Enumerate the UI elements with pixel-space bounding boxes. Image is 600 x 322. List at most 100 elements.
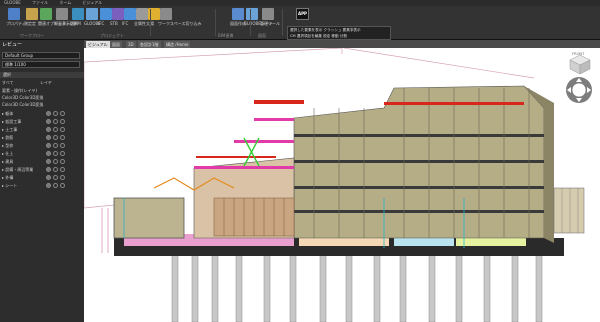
visibility-toggle-icon[interactable] xyxy=(46,111,51,116)
ribbon-separator xyxy=(150,9,151,36)
tree-row-label: ▸ 設備・周辺等業 xyxy=(2,167,34,172)
visibility-toggle-icon[interactable] xyxy=(46,159,51,164)
visibility-toggle-icon[interactable] xyxy=(46,167,51,172)
view-tab[interactable]: 3D xyxy=(126,41,136,48)
flyout-item[interactable]: 選択項目を編集 xyxy=(297,34,322,38)
ribbon-button-icon[interactable] xyxy=(8,8,20,20)
tree-row[interactable]: ▸ 建具 xyxy=(0,158,84,165)
ribbon-separator xyxy=(282,9,283,36)
view-tab[interactable]: 構造 /Home xyxy=(164,41,191,48)
ribbon-button-icon[interactable] xyxy=(262,8,274,20)
visibility-toggle-icon[interactable] xyxy=(60,159,65,164)
flyout-item[interactable]: CM xyxy=(290,34,296,38)
tree-row[interactable]: ▸ シート xyxy=(0,182,84,189)
visibility-toggle-icon[interactable] xyxy=(60,183,65,188)
tree-row[interactable]: ▸ 外構 xyxy=(0,174,84,181)
list-item[interactable]: Color3D Color3D変換 xyxy=(2,95,43,101)
ribbon-button-label[interactable]: プロパティ xyxy=(6,21,26,26)
ribbon-button-icon[interactable] xyxy=(86,8,98,20)
visibility-toggle-icon[interactable] xyxy=(46,119,51,124)
tree-row[interactable]: ▸ 型枠 xyxy=(0,142,84,149)
tree-row-label: ▸ 仕上 xyxy=(2,151,14,156)
ribbon-group-title: 図面 xyxy=(258,33,266,38)
ribbon-button-icon[interactable] xyxy=(56,8,68,20)
visibility-toggle-icon[interactable] xyxy=(60,127,65,132)
menu-tab[interactable]: GLOOBE xyxy=(4,0,21,5)
flyout-item[interactable]: 設定 移動 分割 xyxy=(323,34,347,38)
tree-row[interactable]: ▸ 設備・周辺等業 xyxy=(0,166,84,173)
selection-panel-header[interactable]: 選択 xyxy=(0,72,84,78)
menu-tab[interactable]: ファイル xyxy=(32,0,48,5)
visibility-toggle-icon[interactable] xyxy=(60,119,65,124)
visibility-toggle-icon[interactable] xyxy=(53,135,58,140)
ribbon-button-icon[interactable] xyxy=(26,8,38,20)
visibility-toggle-icon[interactable] xyxy=(53,151,58,156)
ribbon-button-label[interactable]: 測定定 xyxy=(24,21,36,26)
visibility-toggle-icon[interactable] xyxy=(53,127,58,132)
ribbon-flyout-menu[interactable]: 選択した要素を表示 クラッシュ 要素非表示 CM 選択項目を編集 設定 移動 分… xyxy=(287,26,391,40)
visibility-toggle-icon[interactable] xyxy=(46,183,51,188)
ribbon-button-label[interactable]: STB xyxy=(110,21,118,26)
flyout-item[interactable]: 要素非表示 xyxy=(343,28,361,32)
tree-row[interactable]: ▸ 鉄筋 xyxy=(0,134,84,141)
group-dropdown[interactable]: Default Group xyxy=(2,52,80,59)
visibility-toggle-icon[interactable] xyxy=(53,143,58,148)
tree-row-label: ▸ 鉄筋 xyxy=(2,135,14,140)
menu-tab[interactable]: ホーム xyxy=(59,0,71,5)
visibility-toggle-icon[interactable] xyxy=(46,135,51,140)
list-header: 要素・操作(レイヤ) xyxy=(2,88,38,93)
visibility-toggle-icon[interactable] xyxy=(53,159,58,164)
flyout-item[interactable]: 選択した要素を表示 xyxy=(290,28,322,32)
scale-dropdown[interactable]: 標準 1/100 xyxy=(2,61,80,68)
ribbon-button-label[interactable]: 断面表示 xyxy=(54,21,70,26)
tree-row[interactable]: ▸ 土工事 xyxy=(0,126,84,133)
visibility-toggle-icon[interactable] xyxy=(60,175,65,180)
ribbon-button-label[interactable]: IFC xyxy=(122,21,128,26)
ribbon-button-label[interactable]: 管理ツール xyxy=(260,21,280,26)
ribbon-button-icon[interactable] xyxy=(136,8,148,20)
ribbon-separator xyxy=(250,9,251,36)
filter-all-tab[interactable]: すべて xyxy=(2,80,14,86)
tree-row[interactable]: ▸ 仮設工事 xyxy=(0,118,84,125)
visibility-toggle-icon[interactable] xyxy=(53,183,58,188)
ribbon-button-label[interactable]: IFC xyxy=(98,21,104,26)
visibility-toggle-icon[interactable] xyxy=(60,143,65,148)
tree-row[interactable]: ▸ 躯体 xyxy=(0,110,84,117)
visibility-toggle-icon[interactable] xyxy=(53,119,58,124)
ribbon-button-icon[interactable] xyxy=(160,8,172,20)
ribbon-button-icon[interactable] xyxy=(72,8,84,20)
visibility-toggle-icon[interactable] xyxy=(60,167,65,172)
visibility-toggle-icon[interactable] xyxy=(53,111,58,116)
ribbon-button-icon[interactable] xyxy=(112,8,124,20)
list-item[interactable]: Color3D Color3D変換 xyxy=(2,102,43,108)
navigation-wheel[interactable] xyxy=(564,74,594,106)
ribbon-button-label[interactable]: L-BIM xyxy=(70,21,81,26)
visibility-toggle-icon[interactable] xyxy=(53,167,58,172)
visibility-toggle-icon[interactable] xyxy=(60,151,65,156)
view-tab[interactable]: ビジュアル xyxy=(86,41,110,48)
flyout-item[interactable]: クラッシュ xyxy=(324,28,342,32)
visibility-toggle-icon[interactable] xyxy=(46,175,51,180)
visibility-toggle-icon[interactable] xyxy=(46,143,51,148)
view-tab[interactable]: 図面 xyxy=(110,41,122,48)
visibility-toggle-icon[interactable] xyxy=(46,127,51,132)
ribbon-button-icon[interactable] xyxy=(40,8,52,20)
ribbon-separator xyxy=(215,9,216,36)
ribbon-group-title: プロジェクト xyxy=(100,33,124,38)
menu-tab[interactable]: ビジュアル xyxy=(83,0,103,5)
ribbon-button-icon[interactable] xyxy=(100,8,112,20)
ribbon-button-icon[interactable] xyxy=(124,8,136,20)
ribbon-button-icon[interactable] xyxy=(232,8,244,20)
visibility-toggle-icon[interactable] xyxy=(60,135,65,140)
visibility-toggle-icon[interactable] xyxy=(60,111,65,116)
ribbon-button-label[interactable]: 全属性 xyxy=(134,21,146,26)
app-store-button[interactable]: APP xyxy=(296,8,309,20)
3d-viewport[interactable]: FRONT xyxy=(84,48,600,322)
view-tab[interactable]: 各設計1階 xyxy=(138,41,161,48)
layer-tab[interactable]: レイヤ xyxy=(40,80,52,86)
ribbon-button-label[interactable]: ワークスペース切り込み xyxy=(158,21,201,26)
tree-row[interactable]: ▸ 仕上 xyxy=(0,150,84,157)
ribbon-button-icon[interactable] xyxy=(246,8,258,20)
visibility-toggle-icon[interactable] xyxy=(46,151,51,156)
visibility-toggle-icon[interactable] xyxy=(53,175,58,180)
